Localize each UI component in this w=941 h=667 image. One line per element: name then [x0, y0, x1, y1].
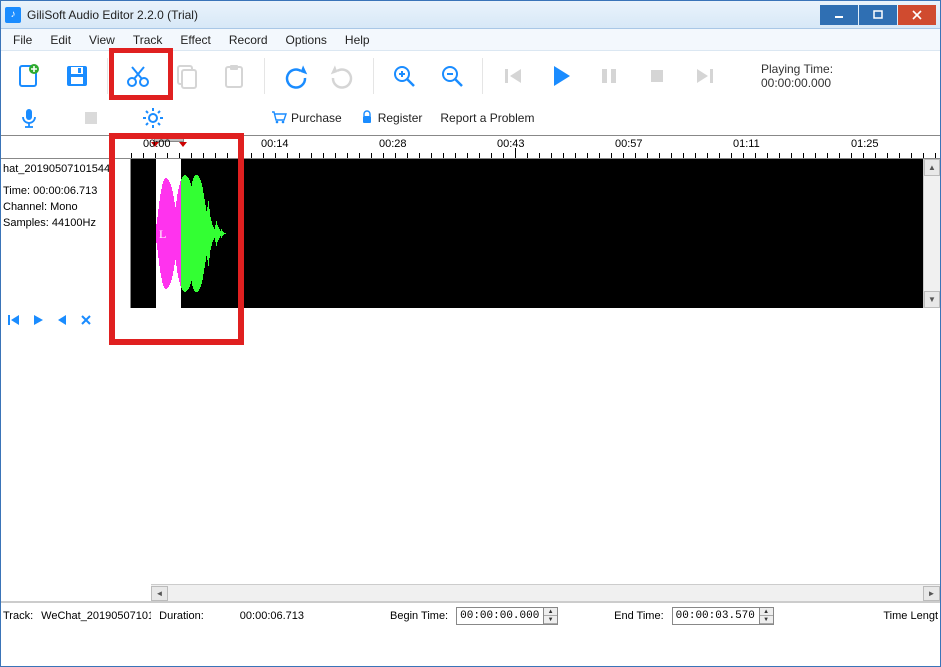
- channel-L-label: L: [159, 227, 166, 242]
- track-area: hat_20190507101544 Time: 00:00:06.713 Ch…: [1, 159, 940, 308]
- status-end-label: End Time:: [614, 610, 664, 622]
- menu-options[interactable]: Options: [278, 31, 335, 49]
- skip-start-button[interactable]: [491, 54, 535, 98]
- main-toolbar: Playing Time: 00:00:00.000: [1, 51, 940, 101]
- track-samples-value: 44100Hz: [52, 217, 96, 229]
- window-maximize-button[interactable]: [859, 5, 897, 25]
- waveform-canvas[interactable]: L: [131, 159, 923, 308]
- playing-time-label: Playing Time:: [761, 62, 833, 76]
- playing-time-display: Playing Time: 00:00:00.000: [761, 62, 833, 90]
- report-problem-link[interactable]: Report a Problem: [440, 111, 534, 125]
- status-track-label: Track:: [3, 610, 33, 622]
- menu-help[interactable]: Help: [337, 31, 378, 49]
- status-duration-value: 00:00:06.713: [240, 610, 304, 622]
- play-button[interactable]: [539, 54, 583, 98]
- track-info-panel: hat_20190507101544 Time: 00:00:06.713 Ch…: [1, 159, 131, 308]
- vertical-scrollbar[interactable]: ▲ ▼: [923, 159, 940, 308]
- scroll-up-button[interactable]: ▲: [924, 159, 940, 176]
- titlebar: ♪ GiliSoft Audio Editor 2.2.0 (Trial): [1, 1, 940, 29]
- end-time-input[interactable]: ▲▼: [672, 607, 774, 625]
- end-spin-up[interactable]: ▲: [760, 608, 773, 616]
- begin-spin-up[interactable]: ▲: [544, 608, 557, 616]
- menu-record[interactable]: Record: [221, 31, 276, 49]
- save-button[interactable]: [55, 54, 99, 98]
- undo-button[interactable]: [273, 54, 317, 98]
- copy-button[interactable]: [164, 54, 208, 98]
- begin-time-input[interactable]: ▲▼: [456, 607, 558, 625]
- new-file-button[interactable]: [7, 54, 51, 98]
- begin-time-field[interactable]: [457, 610, 543, 622]
- purchase-label: Purchase: [291, 111, 342, 125]
- status-begin-label: Begin Time:: [390, 610, 448, 622]
- mini-close-button[interactable]: [75, 311, 97, 329]
- paste-button[interactable]: [212, 54, 256, 98]
- begin-spin-down[interactable]: ▼: [544, 616, 557, 624]
- status-timelength-label: Time Lengt: [883, 610, 938, 622]
- stop-button[interactable]: [635, 54, 679, 98]
- track-channel-value: Mono: [50, 201, 78, 213]
- end-spin-down[interactable]: ▼: [760, 616, 773, 624]
- track-name: hat_20190507101544: [3, 161, 128, 177]
- horizontal-scrollbar[interactable]: ◄ ►: [151, 584, 940, 601]
- pause-button[interactable]: [587, 54, 631, 98]
- scroll-left-button[interactable]: ◄: [151, 586, 168, 601]
- status-bar: Track: WeChat_20190507101 Duration: 00:0…: [1, 603, 940, 629]
- lock-icon: [360, 110, 374, 127]
- status-track-value: WeChat_20190507101: [41, 610, 151, 622]
- mini-play-button[interactable]: [27, 311, 49, 329]
- stop-record-button[interactable]: [69, 109, 113, 127]
- track-mini-controls: [1, 308, 940, 332]
- record-mic-button[interactable]: [7, 107, 51, 129]
- end-time-field[interactable]: [673, 610, 759, 622]
- window-close-button[interactable]: [898, 5, 936, 25]
- track-time-label: Time:: [3, 185, 33, 197]
- menu-edit[interactable]: Edit: [42, 31, 79, 49]
- window-minimize-button[interactable]: [820, 5, 858, 25]
- empty-track-area: [1, 332, 940, 584]
- track-time-value: 00:00:06.713: [33, 185, 97, 197]
- menu-track[interactable]: Track: [125, 31, 171, 49]
- skip-end-button[interactable]: [683, 54, 727, 98]
- purchase-link[interactable]: Purchase: [271, 110, 342, 127]
- menu-view[interactable]: View: [81, 31, 123, 49]
- zoom-in-button[interactable]: [382, 54, 426, 98]
- mini-skip-start-button[interactable]: [3, 311, 25, 329]
- cut-button[interactable]: [116, 54, 160, 98]
- menubar: File Edit View Track Effect Record Optio…: [1, 29, 940, 51]
- track-samples-label: Samples:: [3, 217, 52, 229]
- scroll-right-button[interactable]: ►: [923, 586, 940, 601]
- redo-button[interactable]: [321, 54, 365, 98]
- track-channel-label: Channel:: [3, 201, 50, 213]
- timeline-ruler[interactable]: 00:00 00:14 00:28 00:43 00:57 01:11 01:2…: [1, 135, 940, 159]
- report-label: Report a Problem: [440, 111, 534, 125]
- menu-file[interactable]: File: [5, 31, 40, 49]
- menu-effect[interactable]: Effect: [172, 31, 218, 49]
- cart-icon: [271, 110, 287, 127]
- window-title: GiliSoft Audio Editor 2.2.0 (Trial): [27, 8, 820, 22]
- zoom-out-button[interactable]: [430, 54, 474, 98]
- register-link[interactable]: Register: [360, 110, 423, 127]
- scroll-down-button[interactable]: ▼: [924, 291, 940, 308]
- playing-time-value: 00:00:00.000: [761, 76, 833, 90]
- app-icon: ♪: [5, 7, 21, 23]
- mini-rewind-button[interactable]: [51, 311, 73, 329]
- secondary-toolbar: Purchase Register Report a Problem: [1, 101, 940, 135]
- status-duration-label: Duration:: [159, 610, 204, 622]
- settings-button[interactable]: [131, 107, 175, 129]
- register-label: Register: [378, 111, 423, 125]
